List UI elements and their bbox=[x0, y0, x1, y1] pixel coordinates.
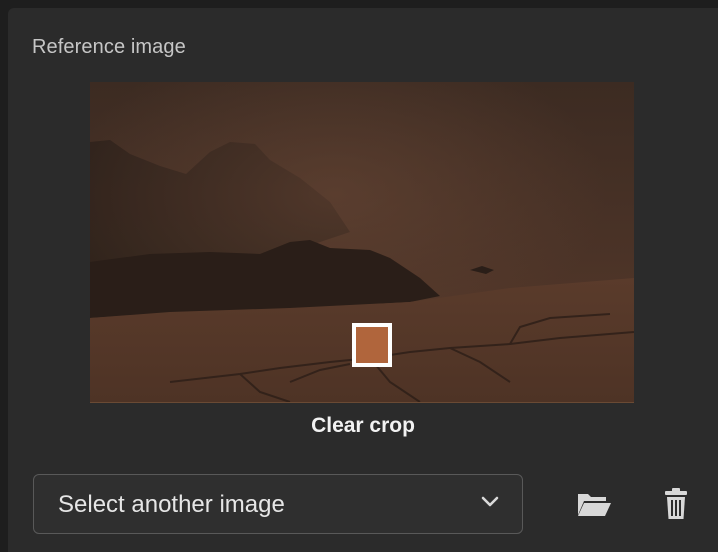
folder-open-icon bbox=[578, 494, 611, 516]
crop-selection-handle[interactable] bbox=[352, 323, 392, 367]
section-title: Reference image bbox=[32, 36, 186, 58]
reference-panel: Reference image Clear crop Select anothe… bbox=[8, 8, 718, 552]
image-select-dropdown[interactable]: Select another image bbox=[33, 474, 523, 534]
clear-crop-button[interactable]: Clear crop bbox=[8, 414, 718, 438]
reference-image[interactable] bbox=[90, 82, 634, 402]
image-select-value: Select another image bbox=[58, 491, 285, 518]
open-folder-button[interactable] bbox=[574, 484, 614, 524]
chevron-down-icon bbox=[481, 496, 499, 507]
clear-crop-label: Clear crop bbox=[311, 414, 415, 437]
trash-can-icon bbox=[665, 488, 687, 519]
delete-image-button[interactable] bbox=[656, 484, 696, 524]
